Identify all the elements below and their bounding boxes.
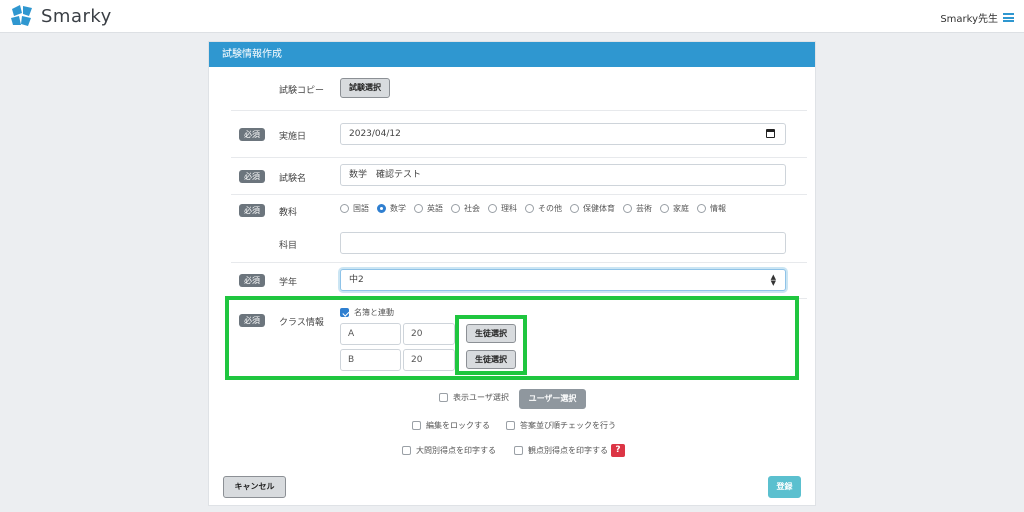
subject-option-other[interactable]: その他	[525, 203, 562, 214]
radio-circle-selected[interactable]	[377, 204, 386, 213]
exam-form-card: 試験情報作成 試験コピー 試験選択 必須 実施日 2023/04/12 必須 試…	[208, 41, 816, 506]
answer-order-checkbox[interactable]: 答案並び順チェックを行う	[506, 420, 616, 431]
radio-circle[interactable]	[660, 204, 669, 213]
exam-name-input[interactable]: 数学 確認テスト	[340, 164, 786, 186]
lock-edit-checkbox[interactable]: 編集をロックする	[412, 420, 490, 431]
user-menu[interactable]: Smarky先生	[940, 10, 1014, 25]
hamburger-menu-icon[interactable]	[1003, 13, 1014, 22]
user-select-button[interactable]: ユーザー選択	[519, 389, 586, 409]
required-badge: 必須	[239, 128, 265, 141]
subject-option-kokugo[interactable]: 国語	[340, 203, 369, 214]
checkbox-icon[interactable]	[402, 446, 411, 455]
help-icon[interactable]: ?	[611, 444, 625, 457]
subject-option-home[interactable]: 家庭	[660, 203, 689, 214]
subject-option-social[interactable]: 社会	[451, 203, 480, 214]
divider	[231, 110, 807, 111]
copy-label: 試験コピー	[279, 86, 325, 96]
subject-option-science[interactable]: 理科	[488, 203, 517, 214]
select-arrows-icon: ▲ ▼	[770, 273, 776, 287]
radio-circle[interactable]	[623, 204, 632, 213]
subject-option-art[interactable]: 芸術	[623, 203, 652, 214]
radio-circle[interactable]	[340, 204, 349, 213]
grade-label: 学年	[279, 278, 298, 288]
course-label: 科目	[279, 241, 298, 251]
date-input[interactable]: 2023/04/12	[340, 123, 786, 145]
checkbox-icon[interactable]	[412, 421, 421, 430]
subject-radio-group: 国語 数学 英語 社会 理科 その他 保健体育 芸術 家庭 情報	[340, 203, 734, 214]
calendar-icon[interactable]	[766, 129, 775, 138]
radio-circle[interactable]	[488, 204, 497, 213]
subject-label: 教科	[279, 208, 298, 218]
exam-select-button[interactable]: 試験選択	[340, 78, 390, 98]
required-badge: 必須	[239, 274, 265, 287]
date-label: 実施日	[279, 132, 307, 142]
student-select-highlight	[455, 315, 527, 375]
course-input[interactable]	[340, 232, 786, 254]
cancel-button[interactable]: キャンセル	[223, 476, 286, 498]
radio-circle[interactable]	[414, 204, 423, 213]
subject-option-english[interactable]: 英語	[414, 203, 443, 214]
subject-option-info[interactable]: 情報	[697, 203, 726, 214]
divider	[231, 194, 807, 195]
grade-select[interactable]: 中2 ▲ ▼	[340, 269, 786, 291]
subject-option-math[interactable]: 数学	[377, 203, 406, 214]
radio-circle[interactable]	[525, 204, 534, 213]
radio-circle[interactable]	[697, 204, 706, 213]
subject-option-pe[interactable]: 保健体育	[570, 203, 615, 214]
exam-name-value: 数学 確認テスト	[349, 170, 422, 180]
divider	[231, 262, 807, 263]
print-viewpoint-score-checkbox[interactable]: 観点別得点を印字する ?	[514, 444, 625, 457]
checkbox-icon[interactable]	[439, 393, 448, 402]
form-title: 試験情報作成	[209, 42, 815, 67]
divider	[231, 157, 807, 158]
smarky-logo-icon	[11, 5, 32, 26]
print-question-score-checkbox[interactable]: 大問別得点を印字する	[402, 445, 496, 456]
required-badge: 必須	[239, 170, 265, 183]
user-name: Smarky先生	[940, 14, 998, 25]
radio-circle[interactable]	[570, 204, 579, 213]
checkbox-icon[interactable]	[514, 446, 523, 455]
display-user-checkbox[interactable]: 表示ユーザ選択	[439, 392, 509, 403]
app-logo[interactable]: Smarky	[10, 5, 112, 27]
app-name: Smarky	[41, 5, 112, 27]
top-bar: Smarky Smarky先生	[0, 0, 1024, 33]
grade-value: 中2	[349, 275, 364, 285]
submit-button[interactable]: 登録	[768, 476, 801, 498]
exam-name-label: 試験名	[279, 174, 307, 184]
date-value: 2023/04/12	[349, 129, 401, 139]
radio-circle[interactable]	[451, 204, 460, 213]
required-badge: 必須	[239, 204, 265, 217]
checkbox-icon[interactable]	[506, 421, 515, 430]
